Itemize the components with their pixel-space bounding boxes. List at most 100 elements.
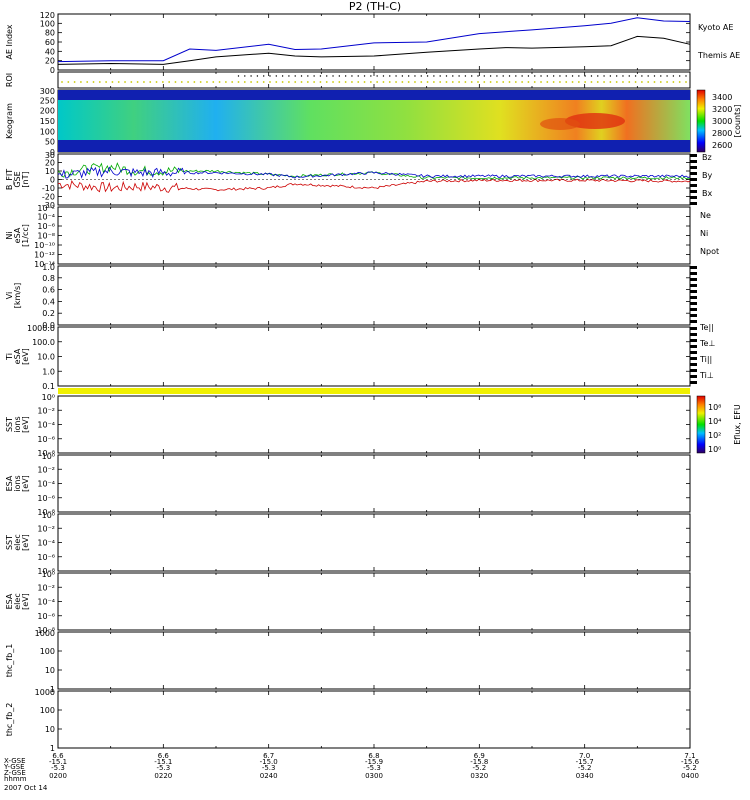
ae-ytick-label: 20 (45, 57, 55, 66)
keogram-ytick-label: 50 (45, 138, 55, 147)
ni-frame (57, 206, 691, 265)
vi-right-marker (690, 278, 697, 281)
sst-colorbar-tick: 10⁸ (708, 403, 721, 412)
roi-dot (332, 81, 334, 83)
roi-dot-black (401, 75, 404, 77)
roi-dot-black (452, 75, 454, 77)
sst1-ytick-label: 10⁻⁴ (37, 421, 55, 430)
roi-dot (376, 81, 379, 83)
roi-dot-black (433, 75, 435, 77)
roi-dot (168, 81, 171, 83)
roi-dot (527, 81, 530, 83)
ti-right-marker (690, 327, 697, 330)
roi-dot (584, 81, 587, 83)
keogram-ylabel: Keogram (5, 103, 14, 139)
roi-dot (325, 81, 328, 83)
keogram-hotspot (540, 118, 580, 130)
roi-dot-black (344, 75, 347, 77)
roi-dot (451, 81, 454, 83)
esa1-ytick-label: 10⁻⁶ (37, 494, 55, 503)
keogram-ytick-label: 100 (40, 127, 55, 136)
vi-ytick-label: 0.2 (42, 309, 55, 318)
roi-dot-black (338, 75, 341, 77)
ti-ytick-label: 10.0 (37, 353, 55, 362)
vi-ytick-label: 0.4 (42, 297, 55, 306)
roi-dot (262, 81, 265, 83)
roi-dot-black (407, 75, 410, 77)
roi-dot (193, 81, 196, 83)
sst-colorbar-tick: 10⁰ (708, 445, 721, 454)
vi-frame (57, 265, 691, 326)
xaxis-tick-hhmm: 0300 (365, 772, 383, 780)
sst-colorbar (696, 395, 706, 454)
roi-dot (288, 81, 290, 83)
sst2-ytick-label: 10⁻⁶ (37, 553, 55, 562)
roi-dot (439, 81, 442, 83)
roi-dot (281, 81, 284, 83)
roi-dot-black (622, 75, 624, 77)
roi-dot (395, 81, 397, 83)
roi-dot (489, 81, 492, 83)
fb1-frame (57, 631, 691, 690)
roi-dot (634, 81, 637, 83)
xaxis-tick-hhmm: 0320 (470, 772, 488, 780)
roi-dot (647, 81, 650, 83)
roi-dot-black (319, 75, 322, 77)
roi-dot-black (313, 75, 315, 77)
keogram-colorbar-label: [counts] (733, 105, 742, 138)
vi-right-marker (690, 302, 697, 305)
ti-ytick-label: 100.0 (32, 338, 55, 347)
roi-dot (659, 81, 662, 83)
roi-dot (388, 81, 391, 83)
roi-dot (414, 81, 416, 83)
ti-legend-3: Ti⊥ (699, 371, 714, 380)
roi-dot (275, 81, 278, 83)
roi-dot-black (603, 75, 605, 77)
sst2-ytick-label: 10⁻⁴ (37, 539, 55, 548)
roi-dot-black (641, 75, 643, 77)
ti-legend-2: Ti|| (699, 355, 712, 364)
roi-dot (685, 81, 687, 83)
ni-ylabel: [1/cc] (21, 224, 30, 247)
roi-dot-black (660, 75, 662, 77)
fb2-ytick-label: 10 (45, 725, 55, 734)
sst1-frame (57, 395, 691, 454)
roi-dot-black (376, 75, 378, 77)
roi-dot-black (609, 75, 612, 77)
roi-dot-black (275, 75, 278, 77)
sst2-ytick-label: 10⁻² (37, 524, 55, 533)
roi-dot (533, 81, 536, 83)
roi-dot (540, 81, 542, 83)
roi-dot (73, 81, 76, 83)
fb2-ytick-label: 1000 (35, 688, 55, 697)
esa1-ylabel: [eV] (21, 475, 30, 492)
roi-dot (313, 81, 316, 83)
ae-legend-1: Themis AE (697, 51, 740, 60)
roi-dot (420, 81, 423, 83)
sst2-ylabel: [eV] (21, 534, 30, 551)
roi-dot (672, 81, 675, 83)
roi-dot-black (256, 75, 259, 77)
ti-right-marker (690, 345, 697, 348)
esa1-ytick-label: 10⁰ (42, 452, 55, 461)
roi-dot (603, 81, 605, 83)
sst1-ytick-label: 10⁻² (37, 406, 55, 415)
roi-dot-black (389, 75, 391, 77)
roi-dot (401, 81, 404, 83)
xaxis-tick-hhmm: 0340 (576, 772, 594, 780)
roi-dot (577, 81, 580, 83)
roi-dot (622, 81, 624, 83)
roi-dot-black (534, 75, 536, 77)
b-right-marker (690, 202, 697, 205)
roi-dot-black (496, 75, 498, 77)
roi-dot (477, 81, 479, 83)
roi-dot (212, 81, 215, 83)
ae-ytick-label: 40 (45, 47, 55, 56)
roi-dot (590, 81, 593, 83)
roi-dot (464, 81, 467, 83)
roi-dot-black (521, 75, 523, 77)
b-right-marker (690, 178, 697, 181)
sst2-frame (57, 513, 691, 572)
roi-dot (653, 81, 656, 83)
roi-dot-black (237, 75, 240, 77)
